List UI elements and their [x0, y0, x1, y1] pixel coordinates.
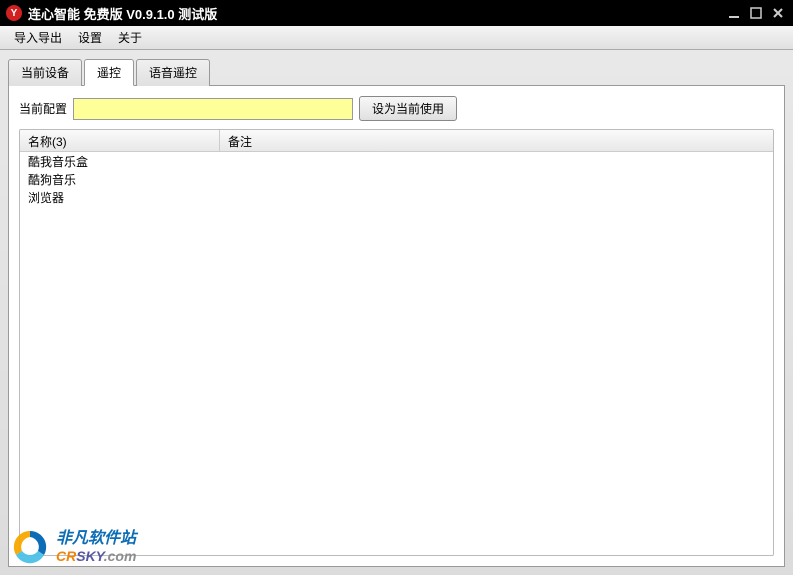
close-button[interactable]	[769, 5, 787, 21]
window-controls	[725, 5, 787, 21]
menubar: 导入导出 设置 关于	[0, 26, 793, 50]
menu-import-export[interactable]: 导入导出	[6, 26, 70, 49]
config-input[interactable]	[73, 98, 353, 120]
titlebar-left: Y 连心智能 免费版 V0.9.1.0 测试版	[6, 4, 217, 23]
app-icon: Y	[6, 5, 22, 21]
tab-current-device[interactable]: 当前设备	[8, 59, 82, 86]
config-label: 当前配置	[19, 100, 67, 117]
list-header: 名称(3) 备注	[20, 130, 773, 152]
tab-remote[interactable]: 遥控	[84, 59, 134, 86]
set-current-button[interactable]: 设为当前使用	[359, 96, 457, 121]
content-area: 当前设备 遥控 语音遥控 当前配置 设为当前使用 名称(3) 备注 酷我音乐盒	[0, 50, 793, 575]
close-icon	[772, 7, 784, 19]
list-cell-name: 浏览器	[20, 188, 220, 207]
minimize-button[interactable]	[725, 5, 743, 21]
maximize-button[interactable]	[747, 5, 765, 21]
menu-settings[interactable]: 设置	[70, 26, 110, 49]
tabs-container: 当前设备 遥控 语音遥控	[8, 58, 785, 86]
menu-about[interactable]: 关于	[110, 26, 150, 49]
list-cell-name: 酷狗音乐	[20, 170, 220, 189]
tab-voice-remote[interactable]: 语音遥控	[136, 59, 210, 86]
tab-content: 当前配置 设为当前使用 名称(3) 备注 酷我音乐盒 酷狗音乐	[8, 86, 785, 567]
column-header-remark[interactable]: 备注	[220, 130, 773, 151]
app-window: Y 连心智能 免费版 V0.9.1.0 测试版 导入导出	[0, 0, 793, 575]
config-row: 当前配置 设为当前使用	[19, 96, 774, 121]
list-cell-remark	[220, 196, 773, 198]
list-cell-remark	[220, 178, 773, 180]
window-title: 连心智能 免费版 V0.9.1.0 测试版	[28, 4, 217, 23]
list-cell-name: 酷我音乐盒	[20, 152, 220, 171]
maximize-icon	[750, 7, 762, 19]
list-item[interactable]: 酷我音乐盒	[20, 152, 773, 170]
list-cell-remark	[220, 160, 773, 162]
titlebar[interactable]: Y 连心智能 免费版 V0.9.1.0 测试版	[0, 0, 793, 26]
list-container: 名称(3) 备注 酷我音乐盒 酷狗音乐 浏览器	[19, 129, 774, 556]
list-item[interactable]: 浏览器	[20, 188, 773, 206]
minimize-icon	[728, 7, 740, 19]
list-item[interactable]: 酷狗音乐	[20, 170, 773, 188]
column-header-name[interactable]: 名称(3)	[20, 130, 220, 151]
list-body: 酷我音乐盒 酷狗音乐 浏览器	[20, 152, 773, 555]
